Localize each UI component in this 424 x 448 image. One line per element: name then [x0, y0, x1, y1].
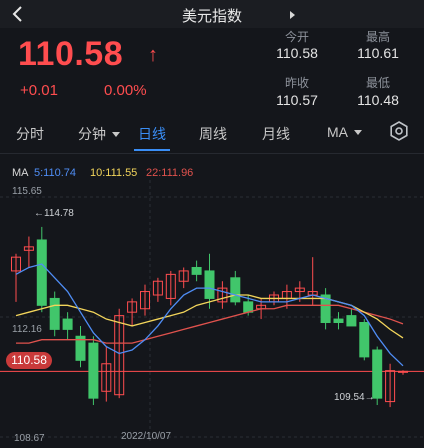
kline-chart[interactable] — [0, 180, 424, 443]
divider — [0, 153, 424, 154]
chevron-down-icon — [354, 129, 362, 135]
candle-down — [346, 315, 357, 327]
tab-ma-indicator[interactable]: MA — [327, 124, 362, 140]
candle-down — [230, 277, 241, 303]
period-tabs: 分时 分钟 日线 周线 月线 MA — [0, 118, 424, 151]
candle-down — [204, 270, 215, 299]
tab-daily[interactable]: 日线 — [138, 124, 166, 144]
prev-close-label: 昨收 — [284, 76, 309, 90]
tab-intraday[interactable]: 分时 — [16, 124, 44, 144]
settings-gear-icon[interactable] — [389, 121, 409, 141]
low-label: 最低 — [365, 76, 390, 90]
ma-legend-title: MA — [12, 167, 29, 179]
candle-down — [359, 322, 370, 358]
candle-down — [372, 349, 383, 399]
last-price-badge: 110.58 — [6, 352, 52, 369]
candle-down — [88, 342, 99, 399]
top-bar: 美元指数 — [0, 0, 424, 28]
ma22-legend: 22:111.96 — [146, 167, 194, 179]
price-change-percent: 0.00% — [104, 82, 147, 99]
candle-down — [62, 318, 73, 330]
price-change: +0.01 — [20, 82, 58, 99]
max-price-marker: ←114.78 — [34, 208, 74, 219]
tab-minute-label: 分钟 — [78, 126, 106, 142]
candle-down — [49, 297, 60, 330]
tab-monthly[interactable]: 月线 — [262, 124, 290, 144]
tab-minute[interactable]: 分钟 — [78, 124, 120, 144]
candle-down — [333, 318, 344, 324]
page-title: 美元指数 — [181, 8, 242, 25]
prev-close-value: 110.57 — [276, 92, 318, 108]
candle-down — [243, 301, 254, 313]
ma5-legend: 5:110.74 — [34, 167, 77, 179]
open-label: 今开 — [284, 30, 309, 44]
up-arrow-icon: ↑ — [148, 44, 158, 66]
candle-down — [36, 239, 47, 306]
high-label: 最高 — [365, 30, 390, 44]
tab-weekly[interactable]: 周线 — [199, 124, 227, 144]
min-price-marker: 109.54→ — [334, 392, 375, 403]
play-arrow-icon[interactable] — [290, 11, 295, 19]
kline-svg — [0, 180, 424, 443]
ma10-legend: 10:111.55 — [90, 167, 138, 179]
active-tab-indicator — [134, 149, 170, 151]
axis-bottom-label: 108.67 — [14, 433, 45, 444]
axis-mid-label: 112.16 — [12, 324, 42, 335]
ma22-line — [16, 304, 404, 344]
last-price: 110.58 — [18, 35, 124, 73]
date-label: 2022/10/07 — [121, 431, 172, 442]
open-value: 110.58 — [276, 45, 318, 61]
chevron-down-icon — [112, 131, 120, 137]
high-value: 110.61 — [357, 45, 399, 61]
low-value: 110.48 — [357, 92, 399, 108]
tab-ma-label: MA — [327, 124, 348, 140]
candle-up — [398, 370, 408, 373]
candle-down — [191, 266, 202, 275]
axis-top-label: 115.65 — [12, 186, 42, 197]
